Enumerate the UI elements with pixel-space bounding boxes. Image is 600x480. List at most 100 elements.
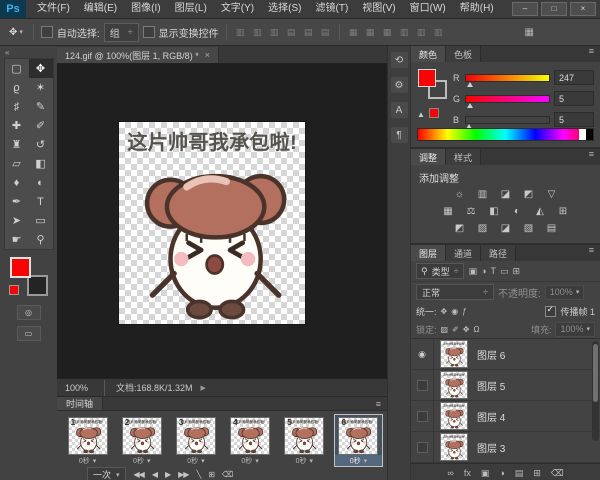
actions-panel-icon[interactable]: ⚙ [390, 77, 408, 93]
channel-slider[interactable] [465, 94, 550, 108]
unify-icon[interactable]: ✥ [441, 307, 448, 316]
channel-slider[interactable] [465, 73, 550, 87]
timeline-frame[interactable]: 2 0秒 ▾ [117, 414, 166, 467]
gamut-warning-icon[interactable]: ▲ [417, 110, 425, 119]
layer-name[interactable]: 图层 6 [477, 347, 505, 362]
close-button[interactable]: × [570, 2, 596, 16]
frame-delay-dropdown[interactable]: 0秒 ▾ [281, 455, 328, 466]
add-layer-mask-icon[interactable]: ▣ [481, 468, 490, 479]
layer-row[interactable]: ◉ 图层 3 [411, 432, 600, 463]
layer-filter-icon[interactable]: T [491, 266, 497, 277]
slider-marker-icon[interactable] [466, 81, 473, 87]
menu-item[interactable]: 窗口(W) [403, 0, 453, 18]
frame-delay-dropdown[interactable]: 0秒 ▾ [334, 455, 383, 466]
auto-select-dropdown[interactable]: 组 ÷ [103, 22, 139, 42]
clone-stamp-tool[interactable]: ♜ [5, 135, 29, 154]
adjustment-icon[interactable]: ☼ [452, 188, 467, 201]
duplicate-frame-button[interactable]: ⊞ [208, 470, 215, 479]
zoom-tool[interactable]: ⚲ [29, 230, 53, 249]
document-tab[interactable]: 124.gif @ 100%(图层 1, RGB/8) * × [57, 47, 219, 63]
close-document-icon[interactable]: × [205, 50, 210, 60]
adjustment-icon[interactable]: ◪ [498, 222, 513, 235]
previous-frame-button[interactable]: ◀ [152, 470, 158, 479]
adjustments-panel-menu-icon[interactable]: ≡ [583, 149, 600, 165]
layer-row[interactable]: ◉ 图层 4 [411, 401, 600, 432]
history-panel-icon[interactable]: ⟲ [390, 52, 408, 68]
foreground-color-swatch[interactable] [418, 69, 436, 87]
delete-frame-button[interactable]: ⌫ [222, 470, 233, 479]
adjustment-layer-icon[interactable]: ◑ [499, 468, 504, 478]
menu-item[interactable]: 视图(V) [355, 0, 402, 18]
gamut-color-swatch[interactable] [429, 108, 439, 118]
menu-item[interactable]: 帮助(H) [453, 0, 501, 18]
adjustment-icon[interactable]: ⊞ [556, 205, 571, 218]
layer-name[interactable]: 图层 4 [477, 409, 505, 424]
opacity-input[interactable]: 100% ▾ [544, 284, 585, 300]
adjustment-icon[interactable]: ▦ [441, 205, 456, 218]
layers-panel-menu-icon[interactable]: ≡ [583, 245, 600, 261]
layer-filter-dropdown[interactable]: ⚲ 类型 ÷ [416, 263, 464, 279]
color-spectrum-ramp[interactable] [417, 128, 594, 141]
tween-button[interactable]: ╲ [196, 470, 201, 479]
layer-name[interactable]: 图层 3 [477, 440, 505, 455]
move-tool-preset-icon[interactable]: ✥ ▾ [6, 26, 26, 39]
new-group-icon[interactable]: ▤ [515, 468, 524, 479]
crop-tool[interactable]: ♯ [5, 97, 29, 116]
layer-style-icon[interactable]: fx [464, 468, 471, 478]
layer-thumbnail[interactable] [440, 433, 468, 461]
menu-item[interactable]: 文字(Y) [214, 0, 261, 18]
channel-value-input[interactable]: 247 [554, 70, 594, 85]
layer-visibility-toggle[interactable]: ◉ [411, 339, 434, 369]
brush-tool[interactable]: ✐ [29, 116, 53, 135]
dodge-tool[interactable]: ◐ [29, 173, 53, 192]
channel-value-input[interactable]: 5 [554, 112, 594, 127]
move-tool[interactable]: ✥ [28, 59, 53, 78]
black-swatch[interactable] [586, 129, 593, 140]
layer-thumbnail[interactable] [440, 402, 468, 430]
adjustment-icon[interactable]: ◩ [521, 188, 536, 201]
timeline-frame[interactable]: 6 0秒 ▾ [333, 414, 384, 467]
workspace-icon[interactable]: ▦ [525, 27, 534, 38]
delete-layer-icon[interactable]: ⌫ [551, 468, 564, 479]
timeline-frame[interactable]: 1 0秒 ▾ [63, 414, 112, 467]
timeline-menu-icon[interactable]: ≡ [370, 399, 387, 409]
layer-thumbnail[interactable] [440, 340, 468, 368]
collapse-tools-button[interactable]: « [0, 47, 14, 58]
menu-item[interactable]: 图层(L) [168, 0, 214, 18]
frame-delay-dropdown[interactable]: 0秒 ▾ [172, 455, 219, 466]
tab-channels[interactable]: 通道 [446, 245, 482, 261]
adjustment-icon[interactable]: ◩ [452, 222, 467, 235]
quick-mask-button[interactable]: ◎ [16, 305, 41, 320]
layer-filter-icon[interactable]: ◑ [481, 266, 486, 277]
lasso-tool[interactable]: ϱ [5, 78, 29, 97]
tab-layers[interactable]: 图层 [411, 245, 447, 261]
default-colors-icon[interactable] [8, 285, 19, 295]
eyedropper-tool[interactable]: ✎ [29, 97, 53, 116]
type-tool[interactable]: T [29, 192, 53, 211]
rectangular-marquee-tool[interactable]: ▢ [5, 59, 29, 78]
layer-name[interactable]: 图层 5 [477, 378, 505, 393]
minimize-button[interactable]: – [512, 2, 538, 16]
unify-icon[interactable]: ƒ [462, 307, 466, 316]
background-color-swatch[interactable] [26, 275, 48, 296]
adjustment-icon[interactable]: ▨ [475, 222, 490, 235]
blur-tool[interactable]: ♦ [5, 173, 29, 192]
layer-filter-icon[interactable]: ▣ [469, 266, 478, 277]
layer-thumbnail[interactable] [440, 371, 468, 399]
status-menu-arrow-icon[interactable]: ▶ [201, 384, 206, 392]
layer-visibility-toggle[interactable]: ◉ [411, 432, 434, 462]
propagate-frame-checkbox[interactable] [545, 304, 557, 317]
layer-visibility-toggle[interactable]: ◉ [411, 370, 434, 400]
color-panel-menu-icon[interactable]: ≡ [583, 46, 600, 62]
layer-row[interactable]: ◉ 图层 5 [411, 370, 600, 401]
tab-paths[interactable]: 路径 [481, 245, 517, 261]
timeline-frame[interactable]: 5 0秒 ▾ [280, 414, 329, 467]
lock-icon[interactable]: ✐ [452, 325, 459, 334]
timeline-frame[interactable]: 3 0秒 ▾ [171, 414, 220, 467]
foreground-color-swatch[interactable] [9, 257, 31, 278]
screen-mode-button[interactable]: ▭ [16, 326, 41, 341]
character-panel-icon[interactable]: A [390, 102, 408, 118]
loop-count-dropdown[interactable]: 一次 ▾ [87, 467, 126, 480]
frame-delay-dropdown[interactable]: 0秒 ▾ [227, 455, 274, 466]
tab-adjustments[interactable]: 调整 [411, 149, 447, 165]
